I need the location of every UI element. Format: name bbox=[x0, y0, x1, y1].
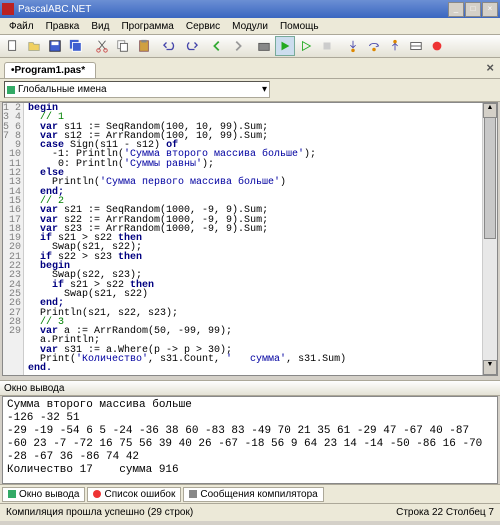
watch-icon[interactable] bbox=[406, 36, 426, 56]
code-editor[interactable]: 1 2 3 4 5 6 7 8 9 10 11 12 13 14 15 16 1… bbox=[2, 102, 498, 376]
save-all-icon[interactable] bbox=[66, 36, 86, 56]
tab-output[interactable]: Окно вывода bbox=[2, 487, 85, 502]
menu-help[interactable]: Помощь bbox=[275, 20, 324, 33]
breakpoint-icon[interactable] bbox=[427, 36, 447, 56]
maximize-button[interactable]: □ bbox=[465, 2, 481, 17]
output-header: Окно вывода bbox=[0, 380, 500, 396]
scroll-up-icon[interactable]: ▲ bbox=[483, 103, 497, 118]
compiler-tab-icon bbox=[189, 490, 197, 498]
open-file-icon[interactable] bbox=[24, 36, 44, 56]
output-tab-icon bbox=[8, 490, 16, 498]
status-cursor: Строка 22 Столбец 7 bbox=[396, 507, 494, 518]
step-into-icon[interactable] bbox=[343, 36, 363, 56]
bottom-tab-bar: Окно вывода Список ошибок Сообщения комп… bbox=[0, 484, 500, 503]
minimize-button[interactable]: _ bbox=[448, 2, 464, 17]
tab-close-icon[interactable]: × bbox=[486, 60, 494, 75]
status-bar: Компиляция прошла успешно (29 строк) Стр… bbox=[0, 503, 500, 521]
compile-icon[interactable] bbox=[254, 36, 274, 56]
cut-icon[interactable] bbox=[92, 36, 112, 56]
scope-icon bbox=[7, 86, 15, 94]
menu-edit[interactable]: Правка bbox=[41, 20, 85, 33]
vertical-scrollbar[interactable]: ▲ ▼ bbox=[482, 103, 497, 375]
menu-file[interactable]: Файл bbox=[4, 20, 39, 33]
run-noform-icon[interactable] bbox=[296, 36, 316, 56]
editor-content[interactable]: begin // 1 var s11 := SeqRandom(100, 10,… bbox=[24, 103, 482, 375]
menu-view[interactable]: Вид bbox=[86, 20, 114, 33]
redo-icon[interactable] bbox=[181, 36, 201, 56]
save-icon[interactable] bbox=[45, 36, 65, 56]
run-icon[interactable] bbox=[275, 36, 295, 56]
menu-modules[interactable]: Модули bbox=[227, 20, 273, 33]
status-compile: Компиляция прошла успешно (29 строк) bbox=[6, 507, 193, 518]
window-title: PascalABC.NET bbox=[18, 4, 91, 15]
scope-combo[interactable]: Глобальные имена ▾ bbox=[4, 81, 270, 98]
error-tab-icon bbox=[93, 490, 101, 498]
toolbar bbox=[0, 35, 500, 58]
new-file-icon[interactable] bbox=[3, 36, 23, 56]
tab-errors[interactable]: Список ошибок bbox=[87, 487, 181, 502]
menu-service[interactable]: Сервис bbox=[181, 20, 225, 33]
undo-icon[interactable] bbox=[160, 36, 180, 56]
menu-bar: Файл Правка Вид Программа Сервис Модули … bbox=[0, 18, 500, 35]
app-icon bbox=[2, 3, 14, 15]
tab-program1[interactable]: •Program1.pas* bbox=[4, 62, 96, 78]
line-gutter: 1 2 3 4 5 6 7 8 9 10 11 12 13 14 15 16 1… bbox=[3, 103, 24, 375]
scroll-down-icon[interactable]: ▼ bbox=[483, 360, 497, 375]
scope-label: Глобальные имена bbox=[18, 84, 107, 95]
step-over-icon[interactable] bbox=[364, 36, 384, 56]
paste-icon[interactable] bbox=[134, 36, 154, 56]
copy-icon[interactable] bbox=[113, 36, 133, 56]
menu-program[interactable]: Программа bbox=[116, 20, 178, 33]
tab-compiler[interactable]: Сообщения компилятора bbox=[183, 487, 323, 502]
file-tabs: •Program1.pas* × bbox=[0, 58, 500, 79]
step-out-icon[interactable] bbox=[385, 36, 405, 56]
stop-icon[interactable] bbox=[317, 36, 337, 56]
title-bar: PascalABC.NET _ □ × bbox=[0, 0, 500, 18]
scroll-thumb[interactable] bbox=[484, 117, 496, 239]
output-pane[interactable]: Сумма второго массива больше -126 -32 51… bbox=[2, 396, 498, 484]
close-button[interactable]: × bbox=[482, 2, 498, 17]
nav-back-icon[interactable] bbox=[207, 36, 227, 56]
chevron-down-icon: ▾ bbox=[262, 84, 267, 95]
nav-forward-icon[interactable] bbox=[228, 36, 248, 56]
